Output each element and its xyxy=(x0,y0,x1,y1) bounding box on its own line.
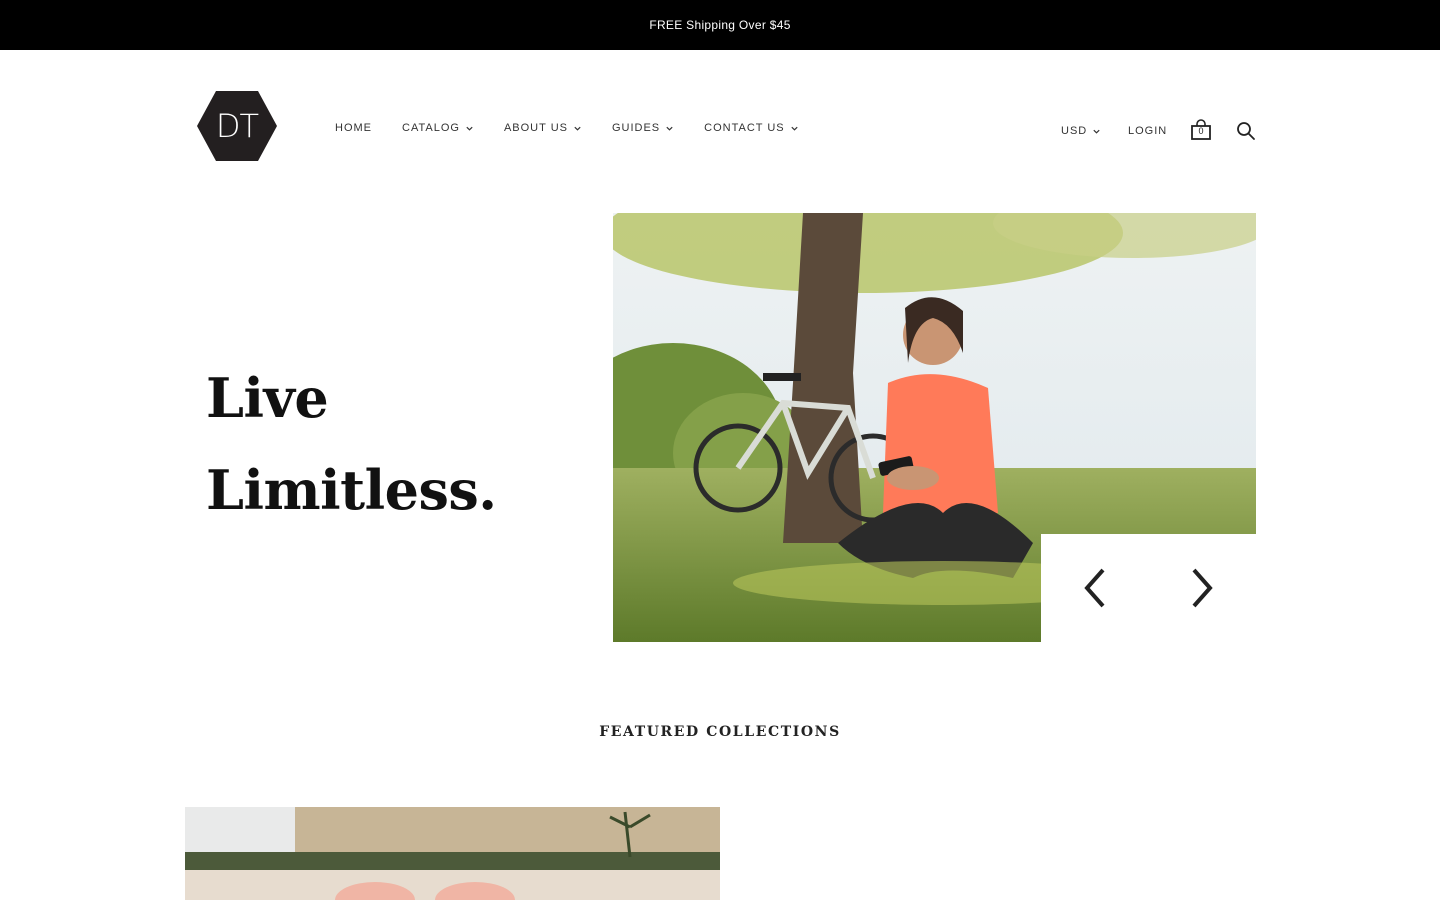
store-logo[interactable]: DT xyxy=(196,90,278,162)
chevron-down-icon xyxy=(666,126,673,131)
chevron-down-icon xyxy=(1093,129,1100,134)
nav-item-label: ABOUT US xyxy=(503,122,568,134)
announcement-text: FREE Shipping Over $45 xyxy=(649,18,791,32)
nav-item-contact-us[interactable]: CONTACT US xyxy=(704,122,799,134)
slider-prev-button[interactable] xyxy=(1075,566,1115,610)
cart-button[interactable]: 0 xyxy=(1190,119,1212,143)
announcement-bar: FREE Shipping Over $45 xyxy=(0,0,1440,50)
cart-count: 0 xyxy=(1198,126,1204,136)
search-icon xyxy=(1237,122,1255,140)
currency-selector[interactable]: USD xyxy=(1061,125,1101,137)
chevron-down-icon xyxy=(791,126,798,131)
chevron-down-icon xyxy=(574,126,581,131)
chevron-left-icon xyxy=(1084,568,1105,608)
nav-item-catalog[interactable]: CATALOG xyxy=(402,122,474,134)
nav-item-guides[interactable]: GUIDES xyxy=(612,122,674,134)
chevron-right-icon xyxy=(1192,568,1213,608)
header-utilities: USD LOGIN 0 xyxy=(1061,119,1255,143)
slider-next-button[interactable] xyxy=(1182,566,1222,610)
nav-item-about-us[interactable]: ABOUT US xyxy=(504,122,582,134)
hero-heading-line2: Limitless. xyxy=(206,458,497,522)
featured-collection-card-image[interactable] xyxy=(185,807,720,900)
slider-controls xyxy=(1041,534,1256,642)
nav-item-label: CONTACT US xyxy=(704,122,785,134)
nav-item-label: GUIDES xyxy=(611,122,661,134)
main-nav: HOME CATALOG ABOUT US GUIDES CONTACT US xyxy=(335,122,829,134)
featured-collections-title: FEATURED COLLECTIONS xyxy=(599,724,841,740)
chevron-down-icon xyxy=(466,126,473,131)
hero-heading: Live Limitless. xyxy=(206,352,586,536)
nav-item-label: CATALOG xyxy=(402,122,460,134)
logo-text: DT xyxy=(215,107,259,145)
login-link[interactable]: LOGIN xyxy=(1128,125,1167,137)
currency-label: USD xyxy=(1061,125,1088,137)
nav-item-label: HOME xyxy=(335,122,372,134)
hero-heading-line1: Live xyxy=(206,366,329,430)
search-button[interactable] xyxy=(1236,121,1256,141)
nav-item-home[interactable]: HOME xyxy=(335,122,372,134)
